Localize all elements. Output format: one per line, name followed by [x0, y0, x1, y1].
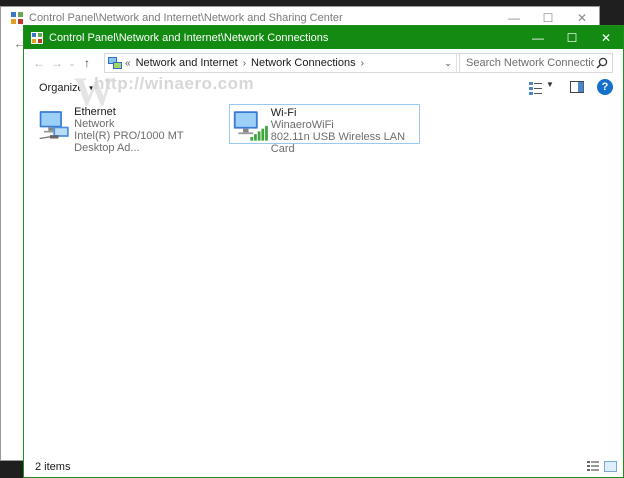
- change-view-icon[interactable]: [529, 81, 543, 95]
- minimize-button[interactable]: —: [521, 26, 555, 49]
- connection-item-wifi[interactable]: Wi-Fi WinaeroWiFi 802.11n USB Wireless L…: [229, 104, 420, 155]
- forward-button[interactable]: →: [48, 53, 66, 73]
- breadcrumb-network-and-internet[interactable]: Network and Internet: [136, 57, 238, 69]
- connection-device: 802.11n USB Wireless LAN Card: [270, 131, 406, 155]
- connection-status: WinaeroWiFi: [270, 119, 334, 131]
- view-options-dropdown[interactable]: ▼: [546, 80, 554, 89]
- breadcrumb-overflow[interactable]: «: [125, 58, 131, 69]
- help-button[interactable]: ?: [597, 79, 613, 95]
- breadcrumb-network-connections[interactable]: Network Connections: [251, 57, 356, 69]
- wifi-adapter-icon: [233, 111, 268, 141]
- connection-status: Network: [74, 118, 115, 130]
- details-view-icon[interactable]: [587, 461, 599, 472]
- item-count: 2 items: [35, 461, 71, 473]
- watermark-text: http://winaero.com: [94, 74, 255, 93]
- background-window-title: Control Panel\Network and Internet\Netwo…: [29, 12, 343, 24]
- connection-name: Wi-Fi: [270, 107, 297, 119]
- preview-pane-icon[interactable]: [570, 81, 584, 93]
- connection-device: Intel(R) PRO/1000 MT Desktop Ad...: [74, 130, 184, 154]
- search-box[interactable]: [459, 53, 613, 73]
- search-input[interactable]: [466, 57, 594, 69]
- breadcrumb-separator[interactable]: ›: [361, 58, 364, 69]
- control-panel-icon: [11, 12, 23, 24]
- window-titlebar[interactable]: Control Panel\Network and Internet\Netwo…: [24, 26, 623, 49]
- address-dropdown-button[interactable]: ⌄: [440, 54, 456, 72]
- search-icon[interactable]: [596, 57, 608, 69]
- status-bar: 2 items: [24, 457, 623, 477]
- connection-name: Ethernet: [74, 106, 116, 118]
- connection-item-ethernet[interactable]: Ethernet Network Intel(R) PRO/1000 MT De…: [36, 104, 226, 154]
- address-bar[interactable]: « Network and Internet › Network Connect…: [104, 53, 477, 73]
- maximize-button[interactable]: ☐: [555, 26, 589, 49]
- network-connections-window[interactable]: Control Panel\Network and Internet\Netwo…: [23, 25, 624, 478]
- window-title: Control Panel\Network and Internet\Netwo…: [49, 31, 329, 44]
- tiles-view-icon[interactable]: [604, 461, 617, 472]
- breadcrumb-separator[interactable]: ›: [243, 58, 246, 69]
- back-button[interactable]: ←: [30, 53, 48, 73]
- close-button[interactable]: ✕: [589, 26, 623, 49]
- control-panel-icon: [31, 31, 43, 44]
- ethernet-adapter-icon: [39, 111, 69, 140]
